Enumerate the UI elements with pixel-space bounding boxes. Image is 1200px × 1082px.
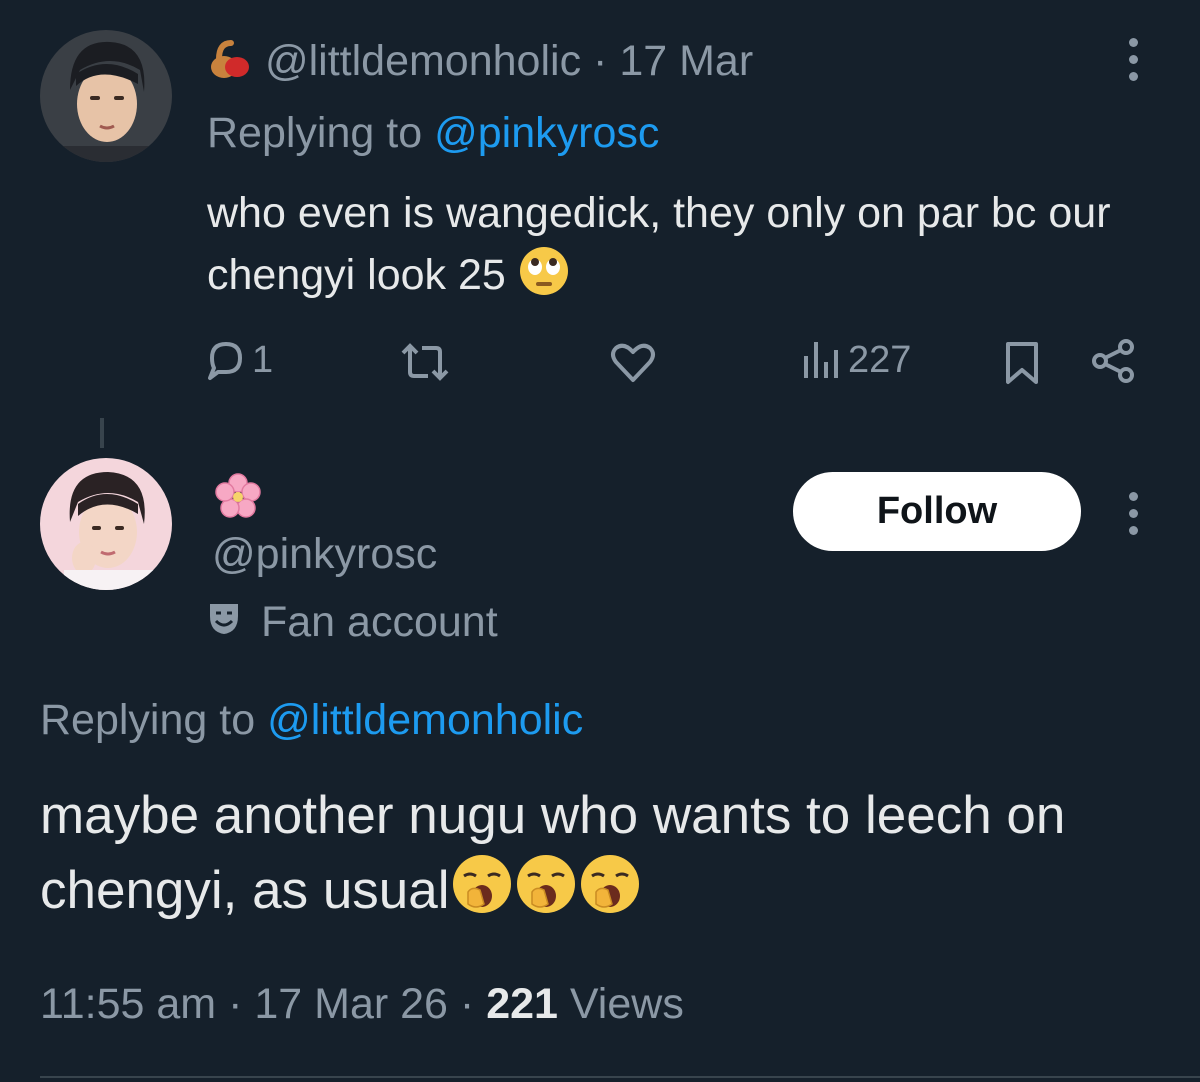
separator: ·: [593, 37, 608, 85]
tweet1-body: who even is wangedick, they only on par …: [207, 189, 1111, 299]
bookmark-icon: [1002, 340, 1042, 386]
more-options-icon[interactable]: [1128, 38, 1138, 81]
yawning-face-emoji: [450, 852, 514, 935]
theater-mask-icon: [207, 596, 241, 648]
retweet-icon: [400, 340, 450, 384]
tweet1-replying-to: Replying to @pinkyrosc: [207, 108, 659, 158]
yawning-face-emoji: [578, 852, 642, 935]
reply-count: 1: [252, 338, 274, 381]
separator: ·: [228, 980, 243, 1028]
share-button[interactable]: [1090, 338, 1136, 384]
tweet1-header: @littldemonholic · 17 Mar: [207, 36, 753, 94]
tweet2-date[interactable]: 17 Mar 26: [254, 980, 448, 1028]
tweet2-replying-to: Replying to @littldemonholic: [40, 694, 583, 746]
heart-icon: [610, 340, 656, 384]
views-button[interactable]: 227: [800, 338, 911, 382]
tweet2-views-count: 221: [486, 980, 558, 1028]
like-button[interactable]: [610, 340, 656, 384]
cherry-blossom-icon: [214, 472, 262, 525]
divider: [40, 1076, 1200, 1078]
views-icon: [800, 338, 844, 382]
avatar-littldemonholic[interactable]: [40, 30, 172, 162]
replying-handle-link[interactable]: @littldemonholic: [267, 696, 583, 744]
separator: ·: [459, 980, 475, 1028]
share-icon: [1090, 338, 1136, 384]
tweet2-meta: 11:55 am · 17 Mar 26 · 221 Views: [40, 978, 684, 1030]
more-options-icon[interactable]: [1128, 492, 1138, 535]
views-count: 227: [848, 338, 912, 381]
fan-account-text: Fan account: [261, 598, 498, 646]
retweet-button[interactable]: [400, 340, 450, 384]
reply-button[interactable]: 1: [204, 338, 273, 382]
tweet1-handle[interactable]: @littldemonholic: [265, 37, 581, 85]
follow-button[interactable]: Follow: [793, 472, 1081, 551]
fan-account-label: Fan account: [207, 596, 498, 648]
reply-icon: [204, 338, 248, 382]
bookmark-button[interactable]: [1002, 340, 1042, 386]
replying-prefix: Replying to: [207, 109, 423, 157]
tweet1-text: who even is wangedick, they only on par …: [207, 182, 1167, 314]
thread-connector: [100, 418, 104, 448]
replying-prefix: Replying to: [40, 696, 256, 744]
rolling-eyes-emoji: [518, 245, 570, 314]
avatar-pinkyrosc[interactable]: [40, 458, 172, 590]
yawning-face-emoji: [514, 852, 578, 935]
peanut-icon: [207, 37, 253, 94]
tweet2-handle[interactable]: @pinkyrosc: [212, 528, 437, 580]
replying-handle-link[interactable]: @pinkyrosc: [434, 109, 659, 157]
tweet2-views-label: Views: [569, 980, 684, 1028]
tweet2-time[interactable]: 11:55 am: [40, 980, 216, 1028]
tweet1-date[interactable]: 17 Mar: [619, 37, 753, 85]
tweet2-text: maybe another nugu who wants to leech on…: [40, 780, 1160, 935]
